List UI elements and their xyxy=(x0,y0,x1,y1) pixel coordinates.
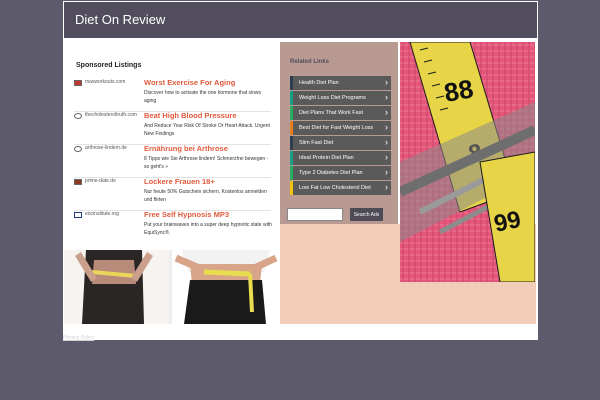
link-color-bar xyxy=(290,106,293,120)
related-link[interactable]: Diet Plans That Work Fast › xyxy=(290,106,391,120)
related-link-label[interactable]: Best Diet for Fast Weight Loss xyxy=(299,125,373,131)
chevron-right-icon: › xyxy=(385,122,388,132)
site-title[interactable]: Diet On Review xyxy=(75,12,165,27)
chevron-right-icon: › xyxy=(385,137,388,147)
chevron-right-icon: › xyxy=(385,92,388,102)
ad-domain[interactable]: prime-date.de xyxy=(85,178,116,184)
chevron-right-icon: › xyxy=(385,167,388,177)
chevron-right-icon: › xyxy=(385,77,388,87)
related-link[interactable]: Low Fat Low Cholesterol Diet › xyxy=(290,181,391,195)
related-link[interactable]: Best Diet for Fast Weight Loss › xyxy=(290,121,391,135)
svg-text:88: 88 xyxy=(442,73,476,108)
header: Diet On Review xyxy=(64,2,537,38)
related-links-panel: Related Links Health Diet Plan › Weight … xyxy=(280,42,398,224)
ad-logo-icon xyxy=(74,179,82,185)
ad-item[interactable]: eocinstitute.org Free Self Hypnosis MP3 … xyxy=(74,210,272,243)
related-link-label[interactable]: Weight Loss Diet Programs xyxy=(299,95,366,101)
ad-logo-icon xyxy=(74,113,82,119)
svg-text:99: 99 xyxy=(492,206,524,238)
fork-tape-photo-drawing: 88 8 99 xyxy=(400,42,535,282)
search-input[interactable] xyxy=(287,208,343,221)
chevron-right-icon: › xyxy=(385,152,388,162)
link-color-bar xyxy=(290,91,293,105)
link-color-bar xyxy=(290,121,293,135)
link-color-bar xyxy=(290,151,293,165)
related-link[interactable]: Type 2 Diabetes Diet Plan › xyxy=(290,166,391,180)
ad-title[interactable]: Lockere Frauen 18+ xyxy=(144,177,215,186)
related-links-title: Related Links xyxy=(290,59,330,65)
ad-logo-icon xyxy=(74,80,82,86)
related-link[interactable]: Health Diet Plan › xyxy=(290,76,391,90)
ad-title[interactable]: Beat High Blood Pressure xyxy=(144,111,237,120)
ad-description: And Reduce Your Risk Of Stroke Or Heart … xyxy=(144,123,270,137)
ad-logo-icon xyxy=(74,146,82,152)
related-link[interactable]: Weight Loss Diet Programs › xyxy=(290,91,391,105)
related-link-label[interactable]: Health Diet Plan xyxy=(299,80,339,86)
ad-description: 8 Tipps wie Sie Arthrose lindern! Schmer… xyxy=(144,156,269,170)
chevron-right-icon: › xyxy=(385,182,388,192)
ad-title[interactable]: Free Self Hypnosis MP3 xyxy=(144,210,229,219)
ad-domain[interactable]: eocinstitute.org xyxy=(85,211,119,217)
search-ads-button[interactable]: Search Ads xyxy=(350,208,383,221)
ad-domain[interactable]: thecholesteroltruth.com xyxy=(85,112,137,118)
link-color-bar xyxy=(290,76,293,90)
link-color-bar xyxy=(290,136,293,150)
ad-description: Discover how to activate the one hormone… xyxy=(144,90,262,104)
related-link-label[interactable]: Diet Plans That Work Fast xyxy=(299,110,363,116)
sponsored-title: Sponsored Listings xyxy=(76,62,142,69)
tape-measure-fork-photo: 88 8 99 xyxy=(400,42,535,282)
related-link-label[interactable]: Type 2 Diabetes Diet Plan xyxy=(299,170,363,176)
ad-item[interactable]: maxworkouts.com Worst Exercise For Aging… xyxy=(74,78,271,112)
waist-photo-drawing xyxy=(64,250,280,324)
ad-item[interactable]: arthrose-lindern.de Ernährung bei Arthro… xyxy=(74,144,271,178)
ad-logo-icon xyxy=(74,212,82,218)
page-frame: Diet On Review Sponsored Listings maxwor… xyxy=(63,1,538,340)
sponsored-listings: Sponsored Listings maxworkouts.com Worst… xyxy=(64,42,280,324)
waist-measuring-photo xyxy=(64,250,280,324)
related-link[interactable]: Ideal Protein Diet Plan › xyxy=(290,151,391,165)
ad-description: Put your brainwaves into a super deep hy… xyxy=(144,222,272,236)
chevron-right-icon: › xyxy=(385,107,388,117)
related-link-label[interactable]: Ideal Protein Diet Plan xyxy=(299,155,354,161)
ad-title[interactable]: Worst Exercise For Aging xyxy=(144,78,235,87)
ad-domain[interactable]: maxworkouts.com xyxy=(85,79,125,85)
related-link[interactable]: Slim Fast Diet › xyxy=(290,136,391,150)
privacy-policy-link[interactable]: Privacy Policy xyxy=(63,335,94,341)
link-color-bar xyxy=(290,181,293,195)
ad-description: Nur heute 50% Gutschein sichern. Kostenl… xyxy=(144,189,267,203)
ad-item[interactable]: thecholesteroltruth.com Beat High Blood … xyxy=(74,111,271,145)
ad-title[interactable]: Ernährung bei Arthrose xyxy=(144,144,228,153)
link-color-bar xyxy=(290,166,293,180)
ad-item[interactable]: prime-date.de Lockere Frauen 18+ Nur heu… xyxy=(74,177,271,211)
ad-domain[interactable]: arthrose-lindern.de xyxy=(85,145,127,151)
related-link-label[interactable]: Low Fat Low Cholesterol Diet xyxy=(299,185,371,191)
related-link-label[interactable]: Slim Fast Diet xyxy=(299,140,333,146)
